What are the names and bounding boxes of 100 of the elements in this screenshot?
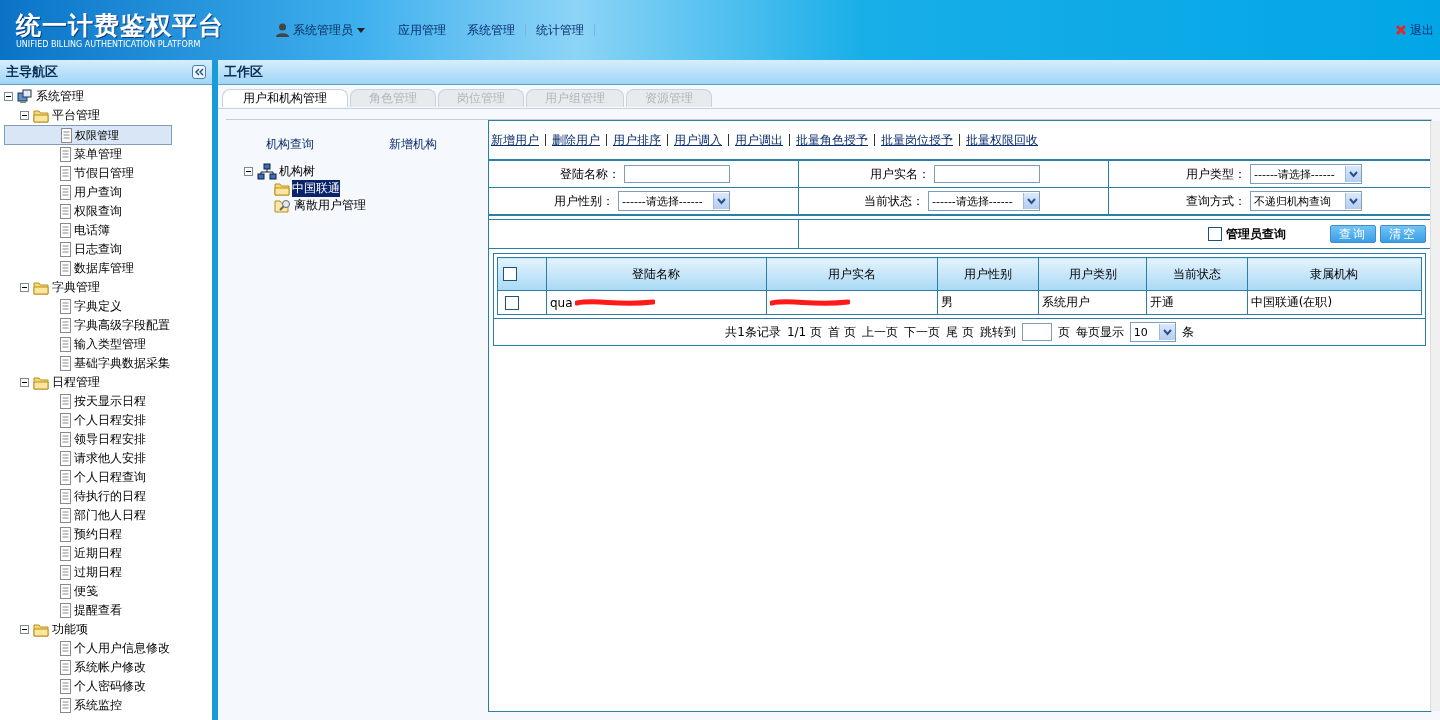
column-header: 用户实名 — [766, 257, 938, 291]
sidebar-title: 主导航区 — [6, 63, 58, 81]
tree-item[interactable]: 字典高级字段配置 — [73, 317, 171, 334]
collapse-icon[interactable] — [20, 111, 29, 120]
select-field[interactable]: ------请选择------ — [928, 191, 1040, 211]
user-icon — [276, 23, 289, 37]
tree-item[interactable]: 机构树 — [279, 163, 315, 180]
tree-item[interactable]: 平台管理 — [51, 107, 101, 124]
nav-link[interactable]: 应用管理 — [398, 21, 446, 39]
tree-item[interactable]: 预约日程 — [73, 526, 123, 543]
tree-item[interactable]: 部门他人日程 — [73, 507, 147, 524]
tree-item[interactable]: 菜单管理 — [73, 146, 123, 163]
field-label: 用户性别： — [554, 192, 614, 210]
table-cell: 系统用户 — [1041, 295, 1090, 309]
tree-item[interactable]: 字典管理 — [51, 279, 101, 296]
action-link[interactable]: 新增用户 — [491, 131, 539, 149]
document-icon — [60, 470, 71, 485]
tree-item[interactable]: 节假日管理 — [73, 165, 135, 182]
tree-item[interactable]: 个人密码修改 — [73, 678, 147, 695]
org-link[interactable]: 新增机构 — [365, 136, 488, 153]
tree-item[interactable]: 待执行的日程 — [73, 488, 147, 505]
document-icon — [60, 603, 71, 618]
nav-link[interactable]: 统计管理 — [536, 21, 584, 39]
pager-link[interactable]: 上一页 — [861, 323, 898, 341]
tree-item[interactable]: 离散用户管理 — [294, 197, 366, 214]
tree-item[interactable]: 提醒查看 — [73, 602, 123, 619]
tree-item[interactable]: 按天显示日程 — [73, 393, 147, 410]
folder-icon — [33, 622, 49, 637]
per-page-label: 每页显示 — [1075, 323, 1124, 341]
tree-item[interactable]: 电话簿 — [73, 222, 111, 239]
tab[interactable]: 用户和机构管理 — [222, 89, 348, 107]
tree-item[interactable]: 个人用户信息修改 — [73, 640, 171, 657]
column-header: 登陆名称 — [546, 257, 767, 291]
network-icon — [257, 162, 277, 181]
pager-link[interactable]: 首 页 — [828, 323, 856, 341]
tree-item[interactable]: 过期日程 — [73, 564, 123, 581]
tree-item[interactable]: 系统监控 — [73, 697, 123, 714]
checkbox-label: 管理员查询 — [1226, 225, 1286, 243]
tree-item[interactable]: 系统帐户修改 — [73, 659, 147, 676]
page-input[interactable] — [1021, 323, 1052, 341]
tree-item[interactable]: 输入类型管理 — [73, 336, 147, 353]
checkbox[interactable] — [505, 295, 519, 310]
checkbox[interactable] — [503, 267, 517, 281]
user-menu[interactable]: 系统管理员 — [293, 21, 353, 39]
tree-item[interactable]: 权限查询 — [73, 203, 123, 220]
page-unit: 页 — [1057, 323, 1070, 341]
select-field[interactable]: 不递归机构查询 — [1250, 191, 1362, 211]
action-link[interactable]: 批量岗位授予 — [881, 131, 953, 149]
collapse-icon[interactable] — [20, 625, 29, 634]
tree-item[interactable]: 功能项 — [51, 621, 89, 638]
document-icon — [60, 565, 71, 580]
tree-item[interactable]: 个人日程安排 — [73, 412, 147, 429]
collapse-icon[interactable] — [244, 167, 253, 176]
tree-item[interactable]: 请求他人安排 — [73, 450, 147, 467]
tree-item[interactable]: 数据库管理 — [73, 260, 135, 277]
checkbox[interactable] — [1208, 227, 1222, 241]
action-link[interactable]: 批量权限回收 — [966, 131, 1038, 149]
org-link[interactable]: 机构查询 — [242, 136, 365, 153]
tree-item[interactable]: 日志查询 — [73, 241, 123, 258]
tree-item[interactable]: 便笺 — [73, 583, 99, 600]
document-icon — [60, 451, 71, 466]
logout-link[interactable]: 退出 — [1410, 21, 1434, 39]
document-icon — [60, 147, 71, 162]
document-icon — [60, 508, 71, 523]
tree-item[interactable]: 中国联通 — [292, 180, 340, 197]
collapse-icon[interactable] — [20, 283, 29, 292]
input-field[interactable] — [624, 165, 730, 183]
action-link[interactable]: 删除用户 — [552, 131, 600, 149]
record-count: 共1条记录 — [725, 323, 781, 341]
tree-item[interactable]: 字典定义 — [73, 298, 123, 315]
document-icon — [60, 185, 71, 200]
table-cell: 开通 — [1150, 295, 1175, 309]
action-link[interactable]: 用户调出 — [735, 131, 783, 149]
tree-item[interactable]: 日程管理 — [51, 374, 101, 391]
collapse-icon[interactable] — [20, 378, 29, 387]
collapse-icon[interactable] — [4, 92, 13, 101]
tree-item[interactable]: 领导日程安排 — [73, 431, 147, 448]
document-icon — [60, 299, 71, 314]
document-icon — [60, 318, 71, 333]
document-icon — [60, 261, 71, 276]
nav-link[interactable]: 系统管理 — [467, 21, 515, 39]
action-link[interactable]: 批量角色授予 — [796, 131, 868, 149]
collapse-button[interactable] — [192, 65, 206, 79]
pager-link[interactable]: 尾 页 — [945, 323, 974, 341]
tree-item[interactable]: 基础字典数据采集 — [73, 355, 171, 372]
action-link[interactable]: 用户排序 — [613, 131, 661, 149]
input-field[interactable] — [934, 165, 1040, 183]
field-label: 用户实名： — [870, 165, 930, 183]
document-icon — [60, 641, 71, 656]
select-field[interactable]: ------请选择------ — [1250, 164, 1362, 184]
document-icon — [61, 127, 72, 143]
action-link[interactable]: 用户调入 — [674, 131, 722, 149]
tree-item[interactable]: 用户查询 — [73, 184, 123, 201]
select-field[interactable]: ------请选择------ — [618, 191, 730, 211]
tree-item[interactable]: 系统管理 — [35, 88, 85, 105]
per-page-select[interactable]: 10 — [1129, 322, 1176, 342]
caret-icon[interactable] — [357, 27, 365, 33]
tree-item[interactable]: 个人日程查询 — [73, 469, 147, 486]
tree-item[interactable]: 近期日程 — [73, 545, 123, 562]
pager-link[interactable]: 下一页 — [903, 323, 940, 341]
